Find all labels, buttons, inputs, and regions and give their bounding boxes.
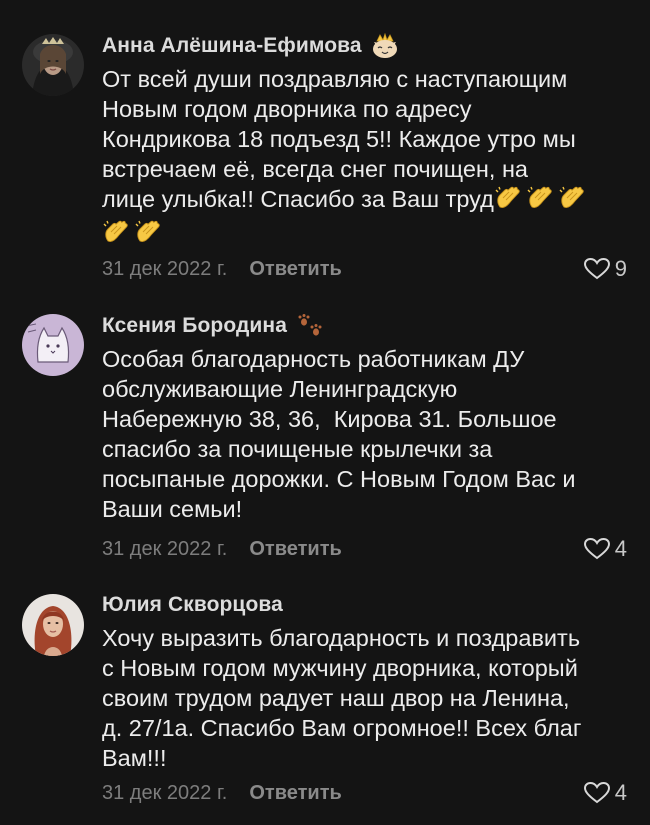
paw-prints-emoji-icon bbox=[295, 313, 325, 339]
author-row: Ксения Бородина bbox=[102, 311, 325, 341]
text-line: Особая благодарность работникам ДУ bbox=[102, 346, 525, 372]
comment-date: 31 дек 2022 г. bbox=[102, 257, 228, 280]
clapping-hands-emoji-icon bbox=[494, 185, 522, 218]
woman-portrait-avatar-icon bbox=[22, 34, 84, 96]
crowned-cat-emoji-icon bbox=[370, 33, 400, 59]
text-line: От всей души поздравляю с наступающим bbox=[102, 66, 568, 92]
text-line: с Новым годом мужчину дворника, который bbox=[102, 655, 578, 681]
text-line: д. 27/1а. Спасибо Вам огромное!! Всех бл… bbox=[102, 715, 582, 741]
author-name[interactable]: Ксения Бородина bbox=[102, 314, 287, 338]
text-line: Ваши семьи! bbox=[102, 496, 243, 522]
text-line: Новым годом дворника по адресу bbox=[102, 96, 472, 122]
comment-meta: 31 дек 2022 г. Ответить 9 bbox=[102, 254, 627, 284]
comment-date: 31 дек 2022 г. bbox=[102, 781, 228, 804]
heart-icon bbox=[583, 537, 610, 560]
comment-2: Ксения Бородина Особая благодарность раб… bbox=[0, 300, 650, 580]
author-row: Анна Алёшина-Ефимова bbox=[102, 31, 400, 61]
clapping-hands-emoji-icon bbox=[134, 219, 162, 252]
comment-meta: 31 дек 2022 г. Ответить 4 bbox=[102, 534, 627, 564]
text-line: обслуживающие Ленинградскую bbox=[102, 376, 458, 402]
heart-icon bbox=[583, 257, 610, 280]
avatar[interactable] bbox=[22, 34, 84, 96]
like-button[interactable]: 4 bbox=[583, 536, 627, 562]
comment-1: Анна Алёшина-Ефимова От всей души поздра… bbox=[0, 0, 650, 300]
comment-text: Хочу выразить благодарность и поздравить… bbox=[102, 623, 627, 773]
like-count: 4 bbox=[614, 780, 627, 805]
text-line bbox=[102, 218, 627, 252]
avatar[interactable] bbox=[22, 314, 84, 376]
reply-button[interactable]: Ответить bbox=[249, 538, 341, 561]
reply-button[interactable]: Ответить bbox=[249, 782, 341, 805]
like-button[interactable]: 9 bbox=[583, 256, 627, 282]
clapping-hands-emoji-icon bbox=[526, 185, 554, 218]
text-line: Набережную 38, 36, Кирова 31. Большое bbox=[102, 406, 557, 432]
text-line-content: лице улыбка!! Спасибо за Ваш труд bbox=[102, 186, 494, 212]
like-button[interactable]: 4 bbox=[583, 780, 627, 806]
clapping-hands-emoji-icon bbox=[102, 219, 130, 252]
text-line: Кондрикова 18 подъезд 5!! Каждое утро мы bbox=[102, 126, 576, 152]
comment-text: Особая благодарность работникам ДУ обслуж… bbox=[102, 344, 627, 524]
text-line: спасибо за почищеные крылечки за bbox=[102, 436, 493, 462]
comment-date: 31 дек 2022 г. bbox=[102, 537, 228, 560]
like-count: 9 bbox=[614, 256, 627, 281]
comment-3: Юлия Скворцова Хочу выразить благодарнос… bbox=[0, 580, 650, 825]
comment-meta: 31 дек 2022 г. Ответить 4 bbox=[102, 778, 627, 808]
clapping-hands-emoji-icon bbox=[558, 185, 586, 218]
author-row: Юлия Скворцова bbox=[102, 590, 283, 620]
red-haired-woman-avatar-icon bbox=[22, 594, 84, 656]
heart-icon bbox=[583, 781, 610, 804]
text-line: своим трудом радует наш двор на Ленина, bbox=[102, 685, 570, 711]
text-line: лице улыбка!! Спасибо за Ваш труд bbox=[102, 184, 627, 218]
text-line: встречаем её, всегда снег почищен, на bbox=[102, 156, 528, 182]
cat-sketch-avatar-icon bbox=[22, 314, 84, 376]
comment-text: От всей души поздравляю с наступающим Нов… bbox=[102, 64, 627, 252]
text-line: Вам!!! bbox=[102, 745, 167, 771]
reply-button[interactable]: Ответить bbox=[249, 258, 341, 281]
text-line: посыпаные дорожки. С Новым Годом Вас и bbox=[102, 466, 576, 492]
like-count: 4 bbox=[614, 536, 627, 561]
avatar[interactable] bbox=[22, 594, 84, 656]
text-line: Хочу выразить благодарность и поздравить bbox=[102, 625, 581, 651]
author-name[interactable]: Анна Алёшина-Ефимова bbox=[102, 34, 362, 58]
author-name[interactable]: Юлия Скворцова bbox=[102, 593, 283, 617]
